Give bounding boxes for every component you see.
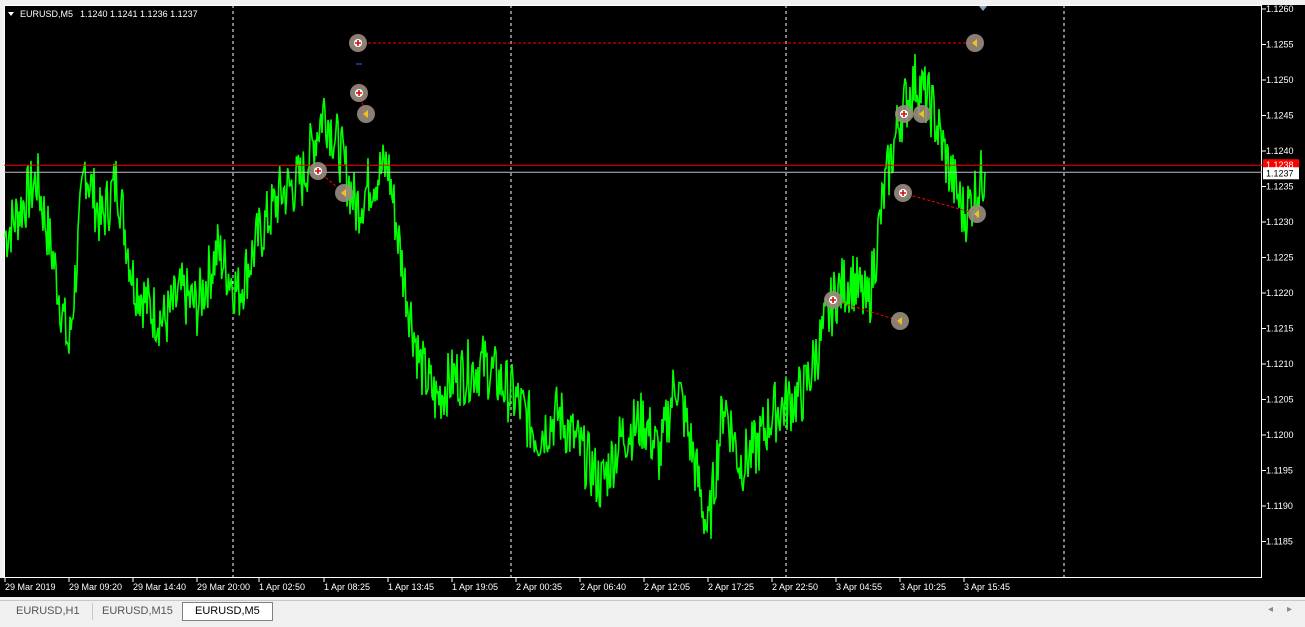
scroll-left-icon[interactable]: ◂ xyxy=(1268,604,1273,615)
price-tick-label: 1.1255 xyxy=(1266,40,1294,50)
time-tick-label: 29 Mar 20:00 xyxy=(197,582,250,592)
time-tick-label: 2 Apr 12:05 xyxy=(644,582,690,592)
time-tick-label: 2 Apr 06:40 xyxy=(580,582,626,592)
trade-close-marker[interactable] xyxy=(913,105,931,123)
scroll-marker-icon[interactable] xyxy=(979,6,987,11)
chart-window: EURUSD,M5 1.1240 1.1241 1.1236 1.1237 1.… xyxy=(0,0,1305,627)
trade-link-line xyxy=(902,192,978,215)
time-tick-label: 29 Mar 09:20 xyxy=(69,582,122,592)
tab-eurusd-m5[interactable]: EURUSD,M5 xyxy=(182,602,273,621)
price-tick-label: 1.1230 xyxy=(1266,217,1294,227)
time-tick-label: 2 Apr 17:25 xyxy=(708,582,754,592)
trade-close-marker[interactable] xyxy=(891,312,909,330)
trade-open-marker[interactable] xyxy=(824,291,842,309)
symbol-header: EURUSD,M5 1.1240 1.1241 1.1236 1.1237 xyxy=(8,9,198,19)
trade-close-marker[interactable] xyxy=(966,34,984,52)
price-tick-label: 1.1240 xyxy=(1266,146,1294,156)
price-tick-label: 1.1245 xyxy=(1266,111,1294,121)
price-tick-label: 1.1210 xyxy=(1266,359,1294,369)
trade-close-marker[interactable] xyxy=(335,184,353,202)
trade-close-marker[interactable] xyxy=(357,105,375,123)
price-tick-label: 1.1235 xyxy=(1266,182,1294,192)
price-tick-label: 1.1185 xyxy=(1266,537,1293,547)
price-chart: EURUSD,M5 1.1240 1.1241 1.1236 1.1237 1.… xyxy=(4,4,1299,592)
price-tick-label: 1.1250 xyxy=(1266,75,1294,85)
bid-price-label: 1.1237 xyxy=(1266,168,1294,178)
tab-eurusd-m15[interactable]: EURUSD,M15 xyxy=(90,603,186,620)
price-lines-layer xyxy=(4,164,1262,173)
time-tick-label: 2 Apr 22:50 xyxy=(772,582,818,592)
time-tick-label: 1 Apr 19:05 xyxy=(452,582,498,592)
chart-tabs-bar: EURUSD,H1 EURUSD,M15 EURUSD,M5 ◂ ▸ xyxy=(0,600,1305,623)
price-tick-label: 1.1220 xyxy=(1266,288,1294,298)
price-tick-label: 1.1200 xyxy=(1266,430,1294,440)
time-tick-label: 1 Apr 08:25 xyxy=(324,582,370,592)
price-axis-labels: 1.1260 1.1255 1.1250 1.1245 1.1240 1.1235 1.12… xyxy=(1262,4,1299,547)
trade-close-marker[interactable] xyxy=(968,205,986,223)
time-tick-label: 1 Apr 13:45 xyxy=(388,582,434,592)
trade-open-marker[interactable] xyxy=(349,34,367,52)
time-tick-label: 3 Apr 04:55 xyxy=(836,582,882,592)
tab-eurusd-h1[interactable]: EURUSD,H1 xyxy=(4,603,93,620)
time-tick-label: 29 Mar 2019 xyxy=(5,582,56,592)
time-tick-label: 2 Apr 00:35 xyxy=(516,582,562,592)
price-tick-label: 1.1260 xyxy=(1266,4,1294,14)
header-dropdown-icon[interactable] xyxy=(8,12,14,16)
price-tick-label: 1.1225 xyxy=(1266,253,1294,263)
price-tick-label: 1.1205 xyxy=(1266,395,1294,405)
time-tick-label: 3 Apr 15:45 xyxy=(964,582,1010,592)
trade-open-marker[interactable] xyxy=(350,84,368,102)
trade-open-marker[interactable] xyxy=(309,162,327,180)
trade-open-marker[interactable] xyxy=(895,105,913,123)
time-tick-label: 29 Mar 14:40 xyxy=(133,582,186,592)
ohlc-label: 1.1240 1.1241 1.1236 1.1237 xyxy=(80,9,198,19)
time-axis-labels: 29 Mar 2019 29 Mar 09:20 29 Mar 14:40 29 Ma… xyxy=(4,578,1010,592)
price-tick-label: 1.1195 xyxy=(1266,466,1293,476)
price-tick-label: 1.1215 xyxy=(1266,324,1294,334)
scroll-right-icon[interactable]: ▸ xyxy=(1287,604,1292,615)
time-tick-label: 1 Apr 02:50 xyxy=(259,582,305,592)
price-tick-label: 1.1190 xyxy=(1266,501,1293,511)
symbol-label: EURUSD,M5 xyxy=(20,9,73,19)
time-tick-label: 3 Apr 10:25 xyxy=(900,582,946,592)
trade-open-marker[interactable] xyxy=(894,184,912,202)
